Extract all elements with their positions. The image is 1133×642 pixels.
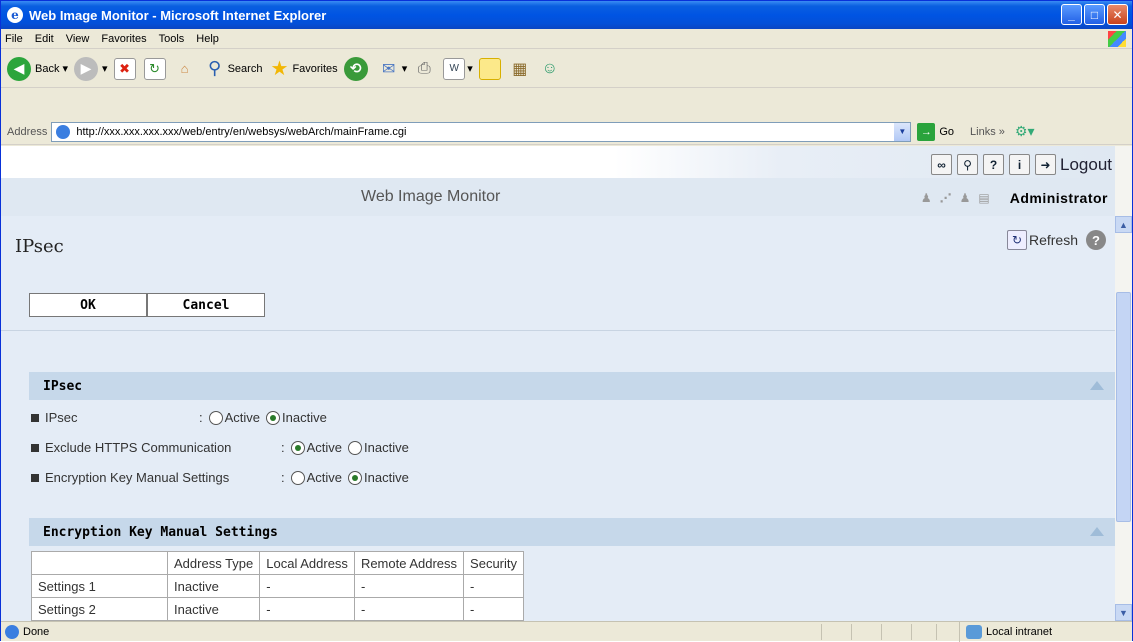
menu-file[interactable]: File [5,33,23,45]
star-icon: ★ [270,58,289,80]
windows-flag-icon [1108,31,1126,47]
menu-bar: File Edit View Favorites Tools Help [1,29,1132,49]
stop-button[interactable]: ✖ [113,57,138,80]
scroll-up-icon[interactable]: ▲ [1115,216,1132,233]
search-icon: ⚲ [207,58,222,78]
history-button[interactable]: ⟲ [343,56,372,81]
section-header-ipsec: IPsec [29,372,1116,400]
browser-window: e Web Image Monitor - Microsoft Internet… [0,0,1133,642]
tools-extension-icon[interactable]: ⚙▾ [1015,123,1035,140]
radio-encryption-key-active[interactable] [290,470,305,485]
setting-row-encryption-key: Encryption Key Manual Settings : Active … [31,470,409,485]
intranet-icon [966,625,982,639]
print-icon: ⎙ [417,59,431,77]
scroll-down-icon[interactable]: ▼ [1115,604,1132,621]
back-arrow-icon: ◀ [7,56,31,81]
ie-logo-icon: e [7,7,23,23]
main-panel: IPsec ↻ Refresh ? OK Cancel IPsec IPsec … [1,216,1116,621]
page-icon [56,124,71,139]
help-icon[interactable]: ? [983,154,1004,175]
menu-help[interactable]: Help [196,33,219,45]
home-button[interactable]: ⌂ [174,58,198,80]
info-icon[interactable]: i [1009,154,1030,175]
section-header-encryption-key: Encryption Key Manual Settings [29,518,1116,546]
search-button[interactable]: ⚲ Search [204,58,262,80]
refresh-button[interactable]: ↻ Refresh ? [1006,230,1106,250]
menu-favorites[interactable]: Favorites [101,33,146,45]
app-header: ∞ ⚲ ? i ➜ Logout Web Image Monitor ♟⋰♟▤ … [1,146,1116,216]
address-bar: Address http://xxx.xxx.xxx.xxx/web/entry… [1,119,1132,145]
minimize-button[interactable]: _ [1061,4,1082,25]
refresh-page-button[interactable]: ↻ [143,57,168,80]
links-button[interactable]: Links » [970,126,1005,138]
radio-ipsec-inactive[interactable] [266,410,281,425]
window-title: Web Image Monitor - Microsoft Internet E… [29,7,327,23]
logout-link[interactable]: Logout [1060,155,1112,175]
table-row: Settings 1 Inactive - - - [31,574,525,598]
radio-exclude-https-inactive[interactable] [348,440,363,455]
favorites-button[interactable]: ★ Favorites [268,58,337,80]
maximize-button[interactable]: □ [1084,4,1105,25]
edit-button[interactable]: W ▾ [443,57,473,80]
address-dropdown-icon[interactable]: ▼ [894,122,911,141]
close-button[interactable]: ✕ [1107,4,1128,25]
collapse-arrow-icon[interactable] [1090,527,1104,536]
status-bar: Done Local intranet [1,621,1132,642]
research-icon: ▦ [512,60,528,78]
go-button[interactable]: → Go [917,122,954,141]
discuss-button[interactable] [478,57,503,80]
browser-toolbar: ◀ Back ▾ ▶ ▾ ✖ ↻ ⌂ ⚲ Search ★ Favorites ⟲… [1,50,1132,88]
menu-tools[interactable]: Tools [159,33,185,45]
table-row: Settings 2 Inactive - - - [31,597,525,621]
messenger-button[interactable]: ☺ [539,58,563,80]
title-bar: e Web Image Monitor - Microsoft Internet… [1,1,1132,29]
cancel-button[interactable]: Cancel [147,293,265,317]
print-button[interactable]: ⎙ [413,58,437,80]
mail-icon: ✉ [381,60,396,78]
radio-exclude-https-active[interactable] [290,440,305,455]
mail-button[interactable]: ✉ ▾ [378,58,407,80]
menu-edit[interactable]: Edit [35,33,54,45]
research-button[interactable]: ▦ [509,58,533,80]
table-header-row: Address Type Local Address Remote Addres… [31,551,525,575]
back-button[interactable]: ◀ Back ▾ [7,56,68,81]
page-help-icon[interactable]: ? [1086,230,1106,250]
web-page: ∞ ⚲ ? i ➜ Logout Web Image Monitor ♟⋰♟▤ … [1,146,1116,621]
forward-button[interactable]: ▶ ▾ [74,56,108,81]
page-title: IPsec [15,236,64,257]
history-icon: ⟲ [343,56,368,81]
word-icon: W [443,57,466,80]
admin-area: ♟⋰♟▤ Administrator [921,190,1108,206]
scrollbar-thumb[interactable] [1116,292,1131,522]
search-icon[interactable]: ⚲ [957,154,978,175]
ok-button[interactable]: OK [29,293,147,317]
refresh-icon: ↻ [143,57,166,80]
address-input[interactable]: http://xxx.xxx.xxx.xxx/web/entry/en/webs… [51,121,912,142]
radio-encryption-key-inactive[interactable] [348,470,363,485]
user-name: Administrator [1009,190,1108,206]
setting-row-exclude-https: Exclude HTTPS Communication : Active Ina… [31,440,409,455]
go-arrow-icon: → [917,122,936,141]
vertical-scrollbar[interactable]: ▲ ▼ [1115,146,1132,621]
radio-ipsec-active[interactable] [208,410,223,425]
security-zone: Local intranet [959,622,1052,642]
link-icon[interactable]: ∞ [931,154,952,175]
app-title: Web Image Monitor [361,188,501,205]
setting-row-ipsec: IPsec : Active Inactive [31,410,327,425]
note-icon [478,57,501,80]
menu-view[interactable]: View [66,33,90,45]
status-icons: ♟⋰♟▤ [920,191,998,205]
encryption-key-table: Address Type Local Address Remote Addres… [31,551,525,621]
stop-icon: ✖ [113,57,136,80]
page-done-icon [5,624,19,639]
home-icon: ⌂ [180,61,189,76]
messenger-icon: ☺ [541,59,558,77]
refresh-icon: ↻ [1006,230,1027,250]
forward-arrow-icon: ▶ [74,56,99,81]
logout-icon[interactable]: ➜ [1035,154,1056,175]
address-label: Address [7,125,48,138]
collapse-arrow-icon[interactable] [1090,381,1104,390]
address-url: http://xxx.xxx.xxx.xxx/web/entry/en/webs… [76,125,407,138]
status-text: Done [23,625,50,638]
